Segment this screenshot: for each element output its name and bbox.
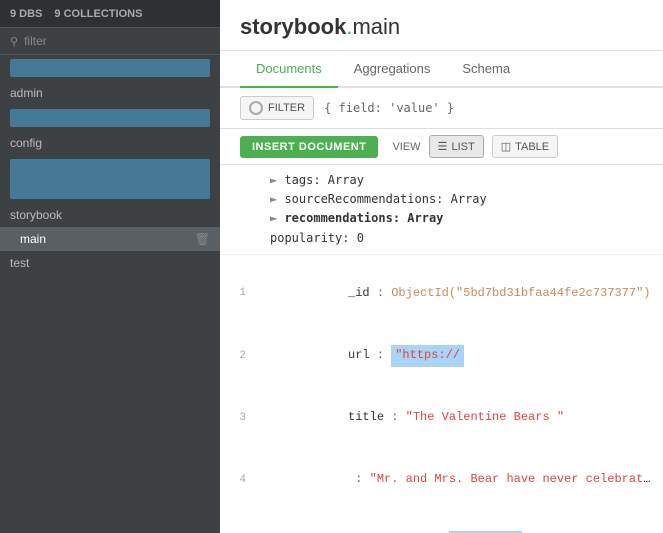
- list-view-button[interactable]: ☰ LIST: [429, 135, 484, 158]
- expand-placeholder-1: [256, 285, 272, 301]
- sidebar: 9 DBS 9 COLLECTIONS ⚲ admin config story…: [0, 0, 220, 533]
- sidebar-db-admin[interactable]: admin: [0, 81, 220, 105]
- expand-placeholder-2: [256, 348, 272, 364]
- preview-line-1: ► tags: Array: [270, 171, 643, 190]
- collection-name-header: main: [352, 14, 400, 39]
- tabs-bar: Documents Aggregations Schema: [220, 51, 663, 88]
- filter-toolbar: FILTER { field: 'value' }: [220, 88, 663, 129]
- line-number-3: 3: [220, 409, 256, 427]
- preview-section: ► tags: Array ► sourceRecommendations: A…: [220, 165, 663, 255]
- preview-line-4: popularity: 0: [270, 229, 643, 248]
- table-label: TABLE: [515, 141, 549, 153]
- db-placeholder-admin: [10, 59, 210, 77]
- db-placeholder-config: [10, 109, 210, 127]
- line-number-4: 4: [220, 471, 256, 489]
- insert-document-button[interactable]: INSERT DOCUMENT: [240, 136, 378, 158]
- doc-line-1: 1 _id : ObjectId("5bd7bd31bfaa44fe2c7373…: [220, 263, 663, 324]
- doc-line-2: 2 url : "https://: [220, 324, 663, 387]
- doc-line-5: 5 coverImgUrl : "https://: [220, 510, 663, 533]
- expand-placeholder-4: [256, 472, 272, 488]
- line-content-4: : "Mr. and Mrs. Bear have never celebrat…: [276, 450, 651, 509]
- filter-label: FILTER: [268, 102, 305, 114]
- filter-icon: [249, 101, 263, 115]
- sidebar-search-input[interactable]: [24, 34, 210, 48]
- arrow-icon-2: ►: [270, 192, 284, 206]
- table-view-button[interactable]: ◫ TABLE: [492, 135, 558, 158]
- action-bar: INSERT DOCUMENT VIEW ☰ LIST ◫ TABLE: [220, 129, 663, 165]
- line-number-1: 1: [220, 284, 256, 302]
- table-icon: ◫: [501, 140, 511, 153]
- preview-line-2: ► sourceRecommendations: Array: [270, 190, 643, 209]
- expand-placeholder-3: [256, 410, 272, 426]
- list-label: LIST: [451, 141, 474, 153]
- tab-aggregations[interactable]: Aggregations: [338, 51, 447, 88]
- db-group-config: config: [0, 105, 220, 155]
- doc-line-4: 4 : "Mr. and Mrs. Bear have never celebr…: [220, 449, 663, 510]
- arrow-icon-1: ►: [270, 173, 284, 187]
- db-name: storybook: [240, 14, 346, 39]
- db-group-storybook: storybook main 🗑: [0, 155, 220, 251]
- db-group-test: test: [0, 251, 220, 275]
- sidebar-search-container: ⚲: [0, 28, 220, 55]
- sidebar-header: 9 DBS 9 COLLECTIONS: [0, 0, 220, 28]
- top-bar: storybook.main: [220, 0, 663, 51]
- dbs-count: 9 DBS: [10, 8, 42, 20]
- preview-line-3: ► recommendations: Array: [270, 209, 643, 228]
- line-content-1: _id : ObjectId("5bd7bd31bfaa44fe2c737377…: [276, 264, 651, 323]
- line-content-5: coverImgUrl : "https://: [276, 511, 651, 533]
- collection-name-main: main: [20, 232, 46, 246]
- line-content-3: title : "The Valentine Bears ": [276, 389, 651, 448]
- sidebar-db-config[interactable]: config: [0, 131, 220, 155]
- filter-query-preview: { field: 'value' }: [324, 101, 454, 115]
- search-icon: ⚲: [10, 35, 18, 48]
- line-number-2: 2: [220, 347, 256, 365]
- view-label: VIEW: [392, 141, 420, 153]
- document-area: ► tags: Array ► sourceRecommendations: A…: [220, 165, 663, 533]
- list-icon: ☰: [438, 140, 448, 153]
- trash-icon[interactable]: 🗑: [195, 232, 210, 246]
- document-body: 1 _id : ObjectId("5bd7bd31bfaa44fe2c7373…: [220, 255, 663, 533]
- sidebar-db-test[interactable]: test: [0, 251, 220, 275]
- doc-line-3: 3 title : "The Valentine Bears ": [220, 388, 663, 449]
- collections-count: 9 COLLECTIONS: [54, 8, 142, 20]
- sidebar-collection-main[interactable]: main 🗑: [0, 227, 220, 251]
- main-content: storybook.main Documents Aggregations Sc…: [220, 0, 663, 533]
- db-placeholder-storybook: [10, 159, 210, 199]
- tab-schema[interactable]: Schema: [446, 51, 526, 88]
- arrow-icon-3: ►: [270, 211, 284, 225]
- line-content-2: url : "https://: [276, 325, 651, 386]
- sidebar-db-storybook[interactable]: storybook: [0, 203, 220, 227]
- page-title: storybook.main: [240, 14, 400, 40]
- db-group-admin: admin: [0, 55, 220, 105]
- tab-documents[interactable]: Documents: [240, 51, 338, 88]
- filter-button[interactable]: FILTER: [240, 96, 314, 120]
